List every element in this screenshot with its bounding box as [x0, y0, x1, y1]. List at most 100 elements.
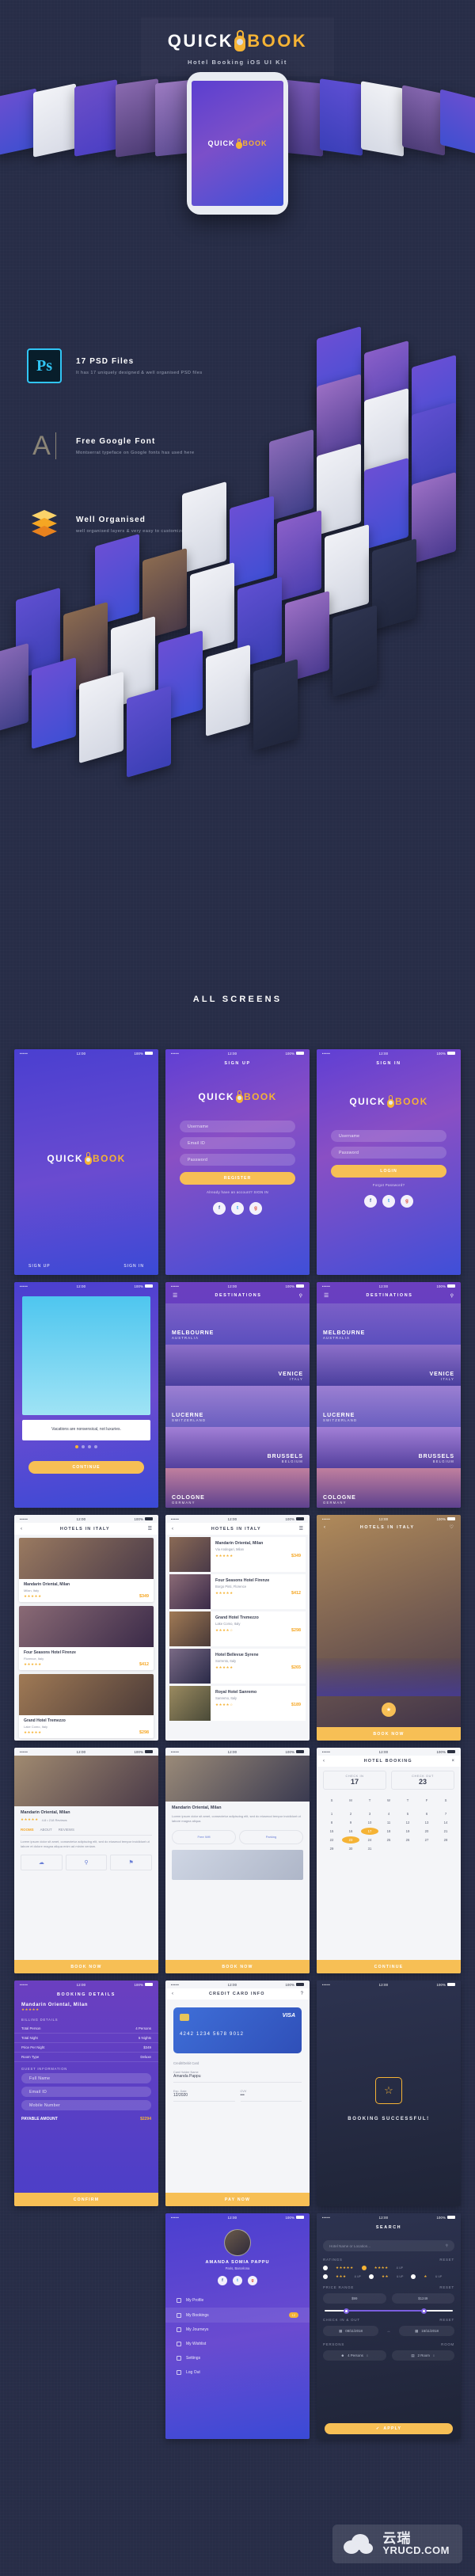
screen-search-filter[interactable]: ••••• 12:00 100% SEARCH Hotel Name or Lo… [317, 2213, 461, 2439]
destination-card[interactable]: BRUSSELS BELGIUM [317, 1427, 461, 1468]
screen-booking-details[interactable]: ••••• 12:00 100% BOOKING DETAILS Mandari… [14, 1981, 158, 2206]
ratings-reset[interactable]: RESET [439, 2258, 454, 2262]
calendar-day[interactable]: 1 [323, 1810, 340, 1817]
calendar-day[interactable]: 18 [380, 1828, 397, 1835]
google-icon[interactable]: g [248, 2276, 257, 2285]
calendar-day[interactable]: 2 [342, 1810, 359, 1817]
destination-card[interactable]: BRUSSELS BELGIUM [165, 1427, 310, 1468]
dates-reset[interactable]: RESET [439, 2318, 454, 2322]
screen-payment[interactable]: ••••• 12:00 100% ‹ CREDIT CARD INFO ? VI… [165, 1981, 310, 2206]
destination-card[interactable]: VENICE ITALY [165, 1345, 310, 1386]
card-exp-field[interactable]: Exp. Date 12/2020 [173, 2087, 235, 2102]
search-icon[interactable]: ⚲ [299, 1293, 302, 1299]
destination-card[interactable]: COLOGNE GERMANY [165, 1468, 310, 1508]
calendar-day[interactable]: 29 [323, 1845, 340, 1852]
price-reset[interactable]: RESET [439, 2285, 454, 2289]
chevron-updown-icon[interactable]: ↕ [433, 2353, 435, 2357]
calendar-day[interactable]: 4 [380, 1810, 397, 1817]
screen-signin[interactable]: ••••• 12:00 100% SIGN IN QUICK BOOK User… [317, 1049, 461, 1275]
continue-button[interactable]: CONTINUE [317, 1960, 461, 1973]
menu-item-my-bookings[interactable]: My Bookings 12 [165, 2308, 310, 2323]
menu-item-logout[interactable]: Log Out [165, 2365, 310, 2380]
search-icon[interactable]: ⚲ [446, 2243, 448, 2248]
guest-email-input[interactable]: Email ID [21, 2087, 151, 2097]
tab-reviews[interactable]: REVIEWS [59, 1828, 74, 1832]
price-slider-knob-max[interactable] [420, 2308, 427, 2314]
chevron-updown-icon[interactable]: ↕ [367, 2353, 368, 2357]
menu-item-my-profile[interactable]: My Profile [165, 2293, 310, 2308]
screen-destinations[interactable]: ••••• 12:00 100% ☰ DESTINATIONS ⚲ MELBOU… [165, 1282, 310, 1508]
calendar-days[interactable]: 1234567 8 9 10 11 12 13 14 15 16 17 18 19 20 21 22 23… [317, 1807, 461, 1855]
calendar-day[interactable]: 14 [437, 1819, 454, 1826]
calendar-day[interactable]: 5 [399, 1810, 416, 1817]
pay-now-button[interactable]: PAY NOW [165, 2193, 310, 2206]
signin-hint[interactable]: Already have an account? SIGN IN [165, 1190, 310, 1194]
screen-onboarding[interactable]: ••••• 12:00 100% Vacations are nonsensic… [14, 1282, 158, 1508]
facebook-icon[interactable]: f [364, 1195, 377, 1208]
username-input[interactable]: Username [180, 1121, 295, 1132]
date-out-chip[interactable]: ▦ 15/11/2018 [399, 2326, 454, 2336]
card-holder-field[interactable]: Card Holder Name Amanda Pappu [173, 2068, 302, 2083]
hotel-card[interactable]: Four Seasons Hotel Firenze Florence, Ita… [19, 1606, 154, 1670]
forgot-password-link[interactable]: Forgot Password? [317, 1183, 461, 1187]
book-now-button[interactable]: BOOK NOW [165, 1960, 310, 1973]
screen-profile[interactable]: ••••• 12:00 100% AMANDA SOMIA PAPPU Pari… [165, 2213, 310, 2439]
calendar-day[interactable]: 10 [361, 1819, 378, 1826]
calendar-day[interactable]: 6 [418, 1810, 435, 1817]
parking-chip[interactable]: Parking [239, 1829, 303, 1844]
tab-rooms[interactable]: ROOMS [21, 1828, 34, 1832]
calendar-day-selected[interactable]: 23 [342, 1836, 359, 1844]
calendar-day[interactable]: 28 [437, 1836, 454, 1844]
guest-name-input[interactable]: Full Name [21, 2073, 151, 2083]
calendar-day[interactable]: 3 [361, 1810, 378, 1817]
facebook-icon[interactable]: f [213, 1202, 226, 1215]
room-stepper[interactable]: ▤ 2 Room ↕ [391, 2350, 454, 2361]
destination-card[interactable]: LUCERNE SWITZERLAND [165, 1386, 310, 1427]
price-slider[interactable] [325, 2308, 453, 2314]
calendar-day[interactable]: 31 [361, 1845, 378, 1852]
twitter-icon[interactable]: t [233, 2276, 242, 2285]
google-icon[interactable]: g [249, 1202, 262, 1215]
rating-radio-selected[interactable] [361, 2266, 367, 2270]
menu-icon[interactable]: ☰ [173, 1292, 177, 1299]
screen-signup[interactable]: ••••• 12:00 100% SIGN UP QUICK BOOK User… [165, 1049, 310, 1275]
facebook-icon[interactable]: f [218, 2276, 227, 2285]
calendar-day[interactable]: 8 [323, 1819, 340, 1826]
destination-card[interactable]: VENICE ITALY [317, 1345, 461, 1386]
destination-card[interactable]: LUCERNE SWITZERLAND [317, 1386, 461, 1427]
rating-radio[interactable] [368, 2274, 374, 2279]
back-icon[interactable]: ‹ [172, 1527, 173, 1532]
calendar-day[interactable]: 30 [342, 1845, 359, 1852]
google-icon[interactable]: g [401, 1195, 413, 1208]
persons-stepper[interactable]: ☻ 4 Persons ↕ [323, 2350, 386, 2361]
email-input[interactable]: Email ID [180, 1137, 295, 1149]
screen-destinations-alt[interactable]: ••••• 12:00 100% ☰ DESTINATIONS ⚲ MELBOU… [317, 1282, 461, 1508]
detail-tabs[interactable]: ROOMS ABOUT REVIEWS [21, 1825, 152, 1836]
apply-button[interactable]: ✓ APPLY [325, 2423, 453, 2434]
screen-hotel-detail-2[interactable]: ••••• 12:00 100% Mandarin Oriental, Mila… [165, 1748, 310, 1973]
book-now-button[interactable]: BOOK NOW [317, 1727, 461, 1741]
screen-hotels-list[interactable]: ••••• 12:00 100% ‹ HOTELS IN ITALY ☰ Man… [165, 1515, 310, 1741]
wifi-chip[interactable]: Free Wifi [172, 1829, 236, 1844]
screen-splash[interactable]: ••••• 12:00 100% QUICK BOOK SIGN UP SIGN… [14, 1049, 158, 1275]
screen-room-details[interactable]: ••••• 12:00 100% Mandarin Oriental, Mila… [14, 1748, 158, 1973]
screen-booking-calendar[interactable]: ••••• 12:00 100% ‹ HOTEL BOOKING × CHECK… [317, 1748, 461, 1973]
calendar-day[interactable]: 25 [380, 1836, 397, 1844]
sign-up-link[interactable]: SIGN UP [28, 1264, 51, 1269]
date-in-chip[interactable]: ▦ 08/11/2018 [323, 2326, 378, 2336]
book-now-button[interactable]: BOOK NOW [14, 1960, 158, 1973]
map-preview[interactable] [172, 1849, 303, 1880]
calendar-day[interactable]: 27 [418, 1836, 435, 1844]
calendar-day[interactable]: 20 [418, 1828, 435, 1835]
calendar-day[interactable]: 7 [437, 1810, 454, 1817]
rating-radio[interactable] [323, 2266, 328, 2270]
calendar-day[interactable]: 19 [399, 1828, 416, 1835]
menu-item-my-journeys[interactable]: My Journeys [165, 2323, 310, 2337]
destination-card[interactable]: MELBOURNE AUSTRALIA [165, 1303, 310, 1345]
menu-icon[interactable]: ☰ [324, 1292, 329, 1299]
detail-fab[interactable]: ★ [317, 1703, 461, 1717]
twitter-icon[interactable]: t [382, 1195, 395, 1208]
onboarding-dots[interactable] [14, 1444, 158, 1448]
screen-hotel-detail[interactable]: ••••• 12:00 100% ‹ HOTELS IN ITALY ♡ ★ B… [317, 1515, 461, 1741]
calendar-day[interactable]: 9 [342, 1819, 359, 1826]
